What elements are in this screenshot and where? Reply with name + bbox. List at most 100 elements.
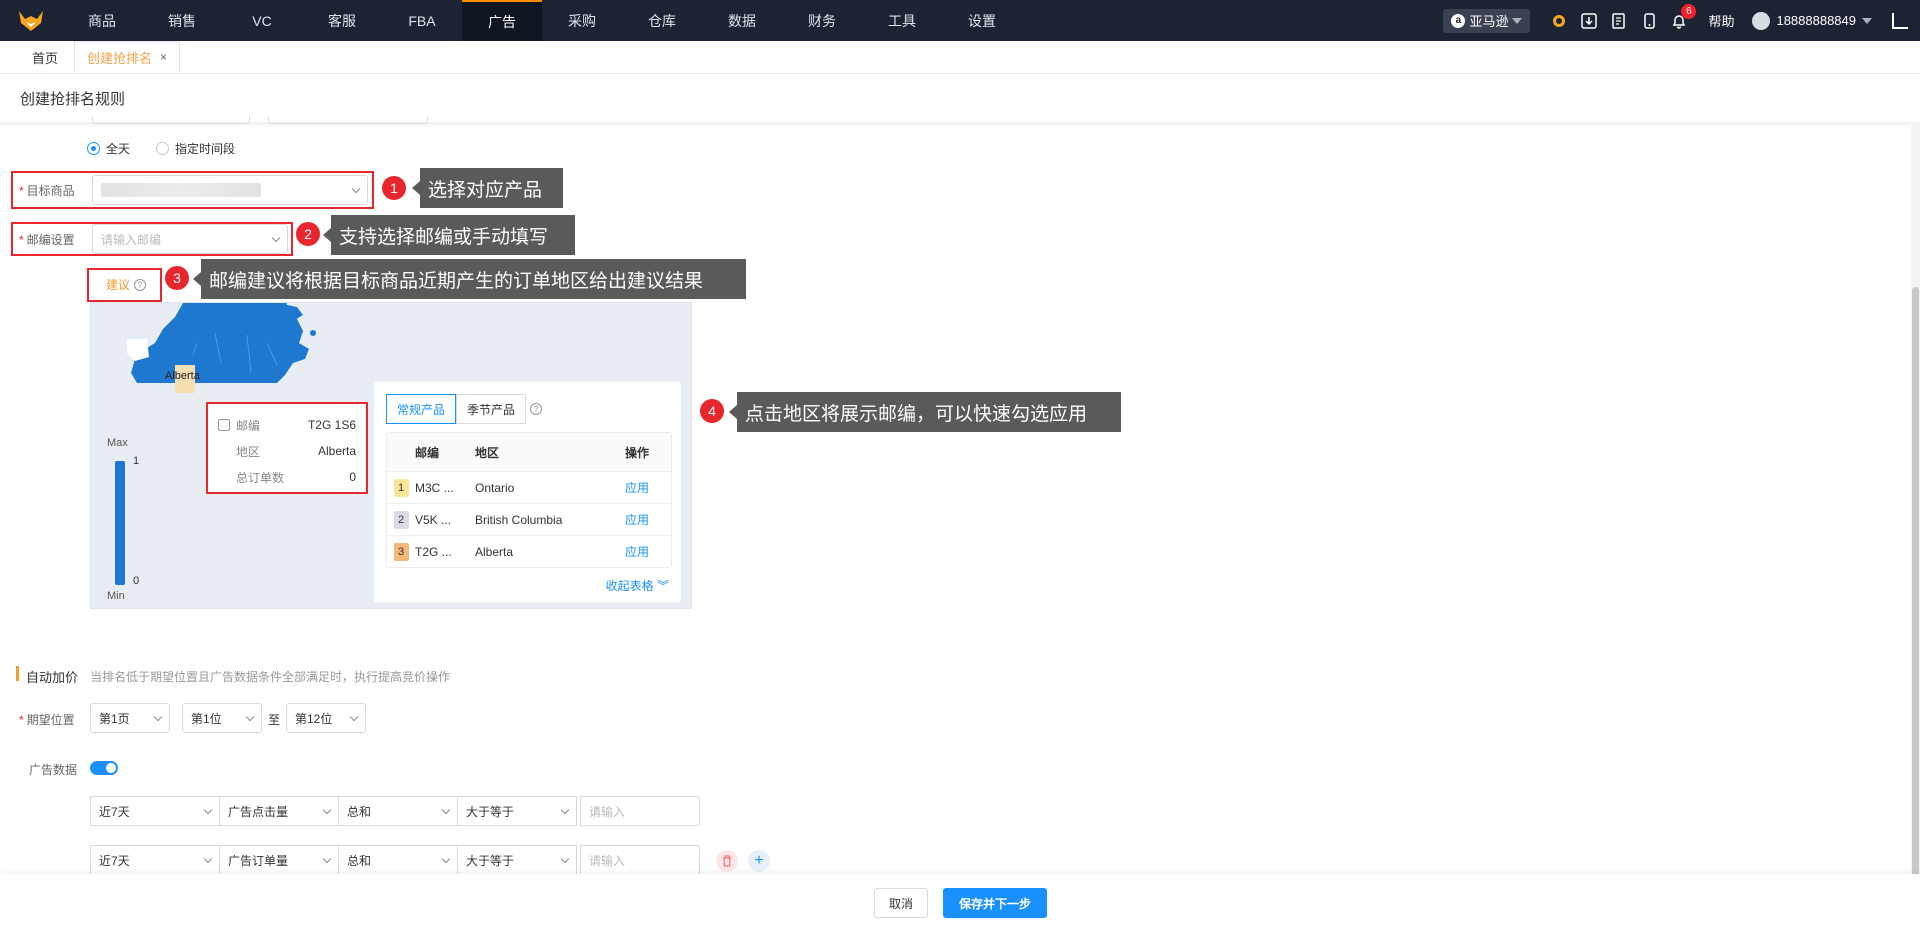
radio-button[interactable] <box>156 142 170 155</box>
add-condition-button[interactable]: + <box>748 850 770 872</box>
aggregate-select[interactable]: 总和 <box>338 796 458 826</box>
apply-link[interactable]: 应用 <box>625 479 671 496</box>
fullscreen-icon[interactable] <box>1892 12 1908 29</box>
page-title: 创建抢排名规则 <box>20 91 126 108</box>
tooltip-row: 总订单数 0 <box>218 464 356 490</box>
tab-home[interactable]: 首页 <box>20 41 70 73</box>
nav-item[interactable]: 财务 <box>782 0 862 41</box>
radio-button[interactable] <box>87 142 100 155</box>
cancel-button[interactable]: 取消 <box>874 888 928 918</box>
ad-data-label: 广告数据 <box>29 763 78 777</box>
nav-item[interactable]: VC <box>222 0 302 41</box>
chevron-down-icon <box>153 712 163 721</box>
ad-data-toggle[interactable] <box>90 761 118 775</box>
tab-seasonal-product[interactable]: 季节产品 <box>456 394 527 424</box>
position-to-select[interactable]: 第12位 <box>286 703 366 733</box>
position-from-select[interactable]: 第1位 <box>182 703 262 733</box>
table-row: 3 T2G ... Alberta 应用 <box>387 535 671 567</box>
store-select[interactable]: a 亚马逊 <box>1443 8 1531 33</box>
rank-badge: 3 <box>393 542 409 561</box>
tab-label: 首页 <box>32 50 59 66</box>
period-select[interactable]: 近7天 <box>90 845 220 875</box>
field-label: 邮编设置 <box>26 233 75 247</box>
tab-regular-product[interactable]: 常规产品 <box>386 394 457 424</box>
select-value: 大于等于 <box>466 804 515 819</box>
target-product-select[interactable] <box>92 175 368 205</box>
radio-label: 全天 <box>106 142 131 156</box>
suggest-link[interactable]: 建议 ? <box>106 276 147 293</box>
threshold-input[interactable]: 请输入 <box>580 845 700 875</box>
notification-bell-icon[interactable]: 6 <box>1670 3 1697 30</box>
select-value: 大于等于 <box>466 853 515 868</box>
date-field-partial[interactable] <box>268 116 428 124</box>
help-icon[interactable]: ? <box>134 278 147 291</box>
tab-create-rank[interactable]: 创建抢排名 × <box>74 41 181 73</box>
tab-label: 创建抢排名 <box>87 50 153 66</box>
tooltip-value: Alberta <box>317 444 356 458</box>
collapse-label: 收起表格 <box>605 579 654 593</box>
collapse-table-link[interactable]: 收起表格 ︾ <box>606 577 669 594</box>
download-icon[interactable] <box>1580 12 1598 30</box>
area-cell: Alberta <box>475 544 514 559</box>
nav-item[interactable]: 仓库 <box>622 0 702 41</box>
nav-item[interactable]: 工具 <box>862 0 942 41</box>
nav-item[interactable]: FBA <box>382 0 462 41</box>
callout-tip: 邮编建议将根据目标商品近期产生的订单地区给出建议结果 <box>193 259 746 299</box>
delete-condition-button[interactable] <box>716 850 738 872</box>
zip-setting-label: * 邮编设置 <box>19 231 75 248</box>
mobile-icon[interactable] <box>1640 12 1658 30</box>
chevron-down-icon <box>203 805 213 814</box>
zip-cell: T2G ... <box>415 544 452 559</box>
tooltip-row: 邮编 T2G 1S6 <box>218 412 356 438</box>
hot-icon[interactable] <box>1550 12 1568 30</box>
save-next-button[interactable]: 保存并下一步 <box>943 888 1047 918</box>
radio-time-range[interactable]: 指定时间段 <box>156 140 235 157</box>
period-select[interactable]: 近7天 <box>90 796 220 826</box>
operator-select[interactable]: 大于等于 <box>457 796 577 826</box>
expected-position-label: * 期望位置 <box>19 711 75 728</box>
area-cell: Ontario <box>475 480 515 495</box>
apply-link[interactable]: 应用 <box>625 511 671 528</box>
select-value: 总和 <box>347 804 372 819</box>
nav-item[interactable]: 采购 <box>542 0 622 41</box>
radio-all-day[interactable]: 全天 <box>87 140 130 157</box>
tooltip-value: 0 <box>349 470 356 484</box>
step-number: 2 <box>296 222 320 246</box>
step-number: 4 <box>700 399 724 423</box>
brand-logo[interactable] <box>0 0 62 41</box>
zip-checkbox[interactable] <box>218 419 230 431</box>
table-header: 邮编 地区 操作 <box>387 433 671 471</box>
close-icon[interactable]: × <box>160 50 167 64</box>
nav-item[interactable]: 设置 <box>942 0 1022 41</box>
nav-item[interactable]: 数据 <box>702 0 782 41</box>
footer-bar: 取消 保存并下一步 <box>0 874 1920 930</box>
region-tooltip: 邮编 T2G 1S6 地区 Alberta 总订单数 0 <box>206 402 368 494</box>
time-range-radio-group: 全天 指定时间段 <box>87 140 235 157</box>
page-tabs: 首页 创建抢排名 × <box>0 41 1920 74</box>
field-label: 目标商品 <box>26 184 75 198</box>
metric-select[interactable]: 广告点击量 <box>219 796 339 826</box>
task-list-icon[interactable] <box>1610 12 1628 30</box>
legend-min-label: Min <box>107 590 125 602</box>
date-field-partial[interactable] <box>92 116 250 124</box>
help-icon[interactable]: ? <box>530 403 542 415</box>
apply-link[interactable]: 应用 <box>625 543 671 560</box>
zip-input[interactable]: 请输入邮编 <box>92 224 288 254</box>
metric-select[interactable]: 广告订单量 <box>219 845 339 875</box>
scrollbar-thumb[interactable] <box>1912 287 1919 877</box>
select-value: 总和 <box>347 853 372 868</box>
help-link[interactable]: 帮助 <box>1708 11 1734 30</box>
operator-select[interactable]: 大于等于 <box>457 845 577 875</box>
aggregate-select[interactable]: 总和 <box>338 845 458 875</box>
step-number: 1 <box>382 176 406 200</box>
page-select[interactable]: 第1页 <box>90 703 170 733</box>
threshold-input[interactable]: 请输入 <box>580 796 700 826</box>
canada-map[interactable]: Alberta <box>127 303 337 403</box>
scrollbar[interactable] <box>1911 122 1920 877</box>
user-menu[interactable]: 18888888849 <box>1752 11 1872 30</box>
nav-item[interactable]: 商品 <box>62 0 142 41</box>
nav-item[interactable]: 广告 <box>462 0 542 41</box>
nav-item[interactable]: 客服 <box>302 0 382 41</box>
nav-item[interactable]: 销售 <box>142 0 222 41</box>
table-row: 1 M3C ... Ontario 应用 <box>387 471 671 503</box>
